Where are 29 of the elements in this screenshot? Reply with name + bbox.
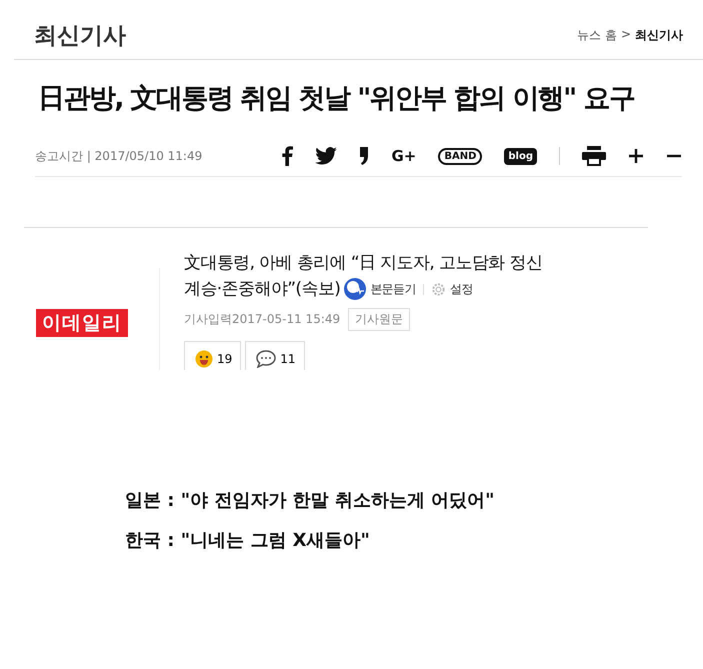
breadcrumb-item[interactable]: > [620, 27, 631, 44]
print-icon[interactable] [582, 146, 606, 166]
speaker-face-icon[interactable] [344, 278, 366, 300]
caption: 한국 : "니네는 그럼 X새들아" [125, 529, 371, 552]
quote-mark-icon[interactable] [359, 146, 370, 166]
original-article-button[interactable]: 기사원문 [348, 308, 410, 331]
listen-link[interactable]: 본문듣기 [370, 276, 416, 302]
blog-icon[interactable]: blog [504, 148, 537, 164]
smile-icon [195, 350, 213, 368]
zoom-in-icon[interactable] [628, 148, 644, 164]
article-title-line[interactable]: 文대통령, 아베 총리에 “日 지도자, 고노담화 정신 [184, 250, 648, 276]
comment-icon [256, 350, 276, 368]
google-plus-icon[interactable]: G+ [391, 147, 416, 165]
breadcrumb-item[interactable]: 최신기사 [635, 27, 683, 44]
newspaper-logo: 이데일리 [36, 309, 128, 337]
article-title-line[interactable]: 계승·존중해야”(속보) [184, 276, 340, 302]
bird-icon[interactable] [315, 147, 338, 165]
band-icon[interactable]: BAND [438, 148, 482, 164]
zoom-out-icon[interactable] [666, 154, 682, 158]
reaction-button[interactable]: 11 [245, 341, 305, 370]
section-title: 최신기사 [34, 22, 126, 51]
publish-date: 기사입력2017-05-11 15:49 [184, 311, 340, 328]
sent-time: 송고시간 | 2017/05/10 11:49 [35, 148, 202, 164]
headline: 日관방, 文대통령 취임 첫날 "위안부 합의 이행" 요구 [38, 82, 636, 116]
caption: 일본 : "야 전임자가 한말 취소하는게 어딨어" [125, 489, 496, 512]
reaction-button[interactable]: 19 [184, 341, 242, 370]
breadcrumb-item[interactable]: 뉴스 홈 [577, 27, 617, 44]
settings-link[interactable]: 설정 [450, 276, 473, 302]
facebook-icon[interactable] [281, 146, 294, 166]
